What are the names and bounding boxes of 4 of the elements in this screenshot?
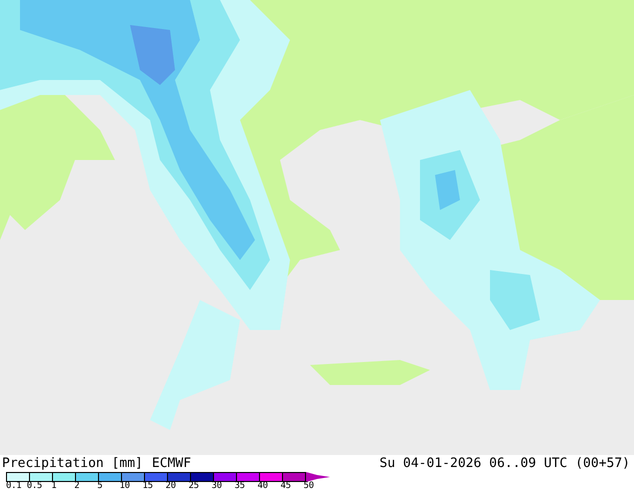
model-name: ECMWF	[152, 456, 192, 471]
legend-title: Precipitation [mm]	[2, 456, 143, 471]
valid-time: Su 04-01-2026 06..09 UTC (00+57)	[380, 456, 630, 471]
scale-tick-label: 50	[303, 481, 314, 490]
